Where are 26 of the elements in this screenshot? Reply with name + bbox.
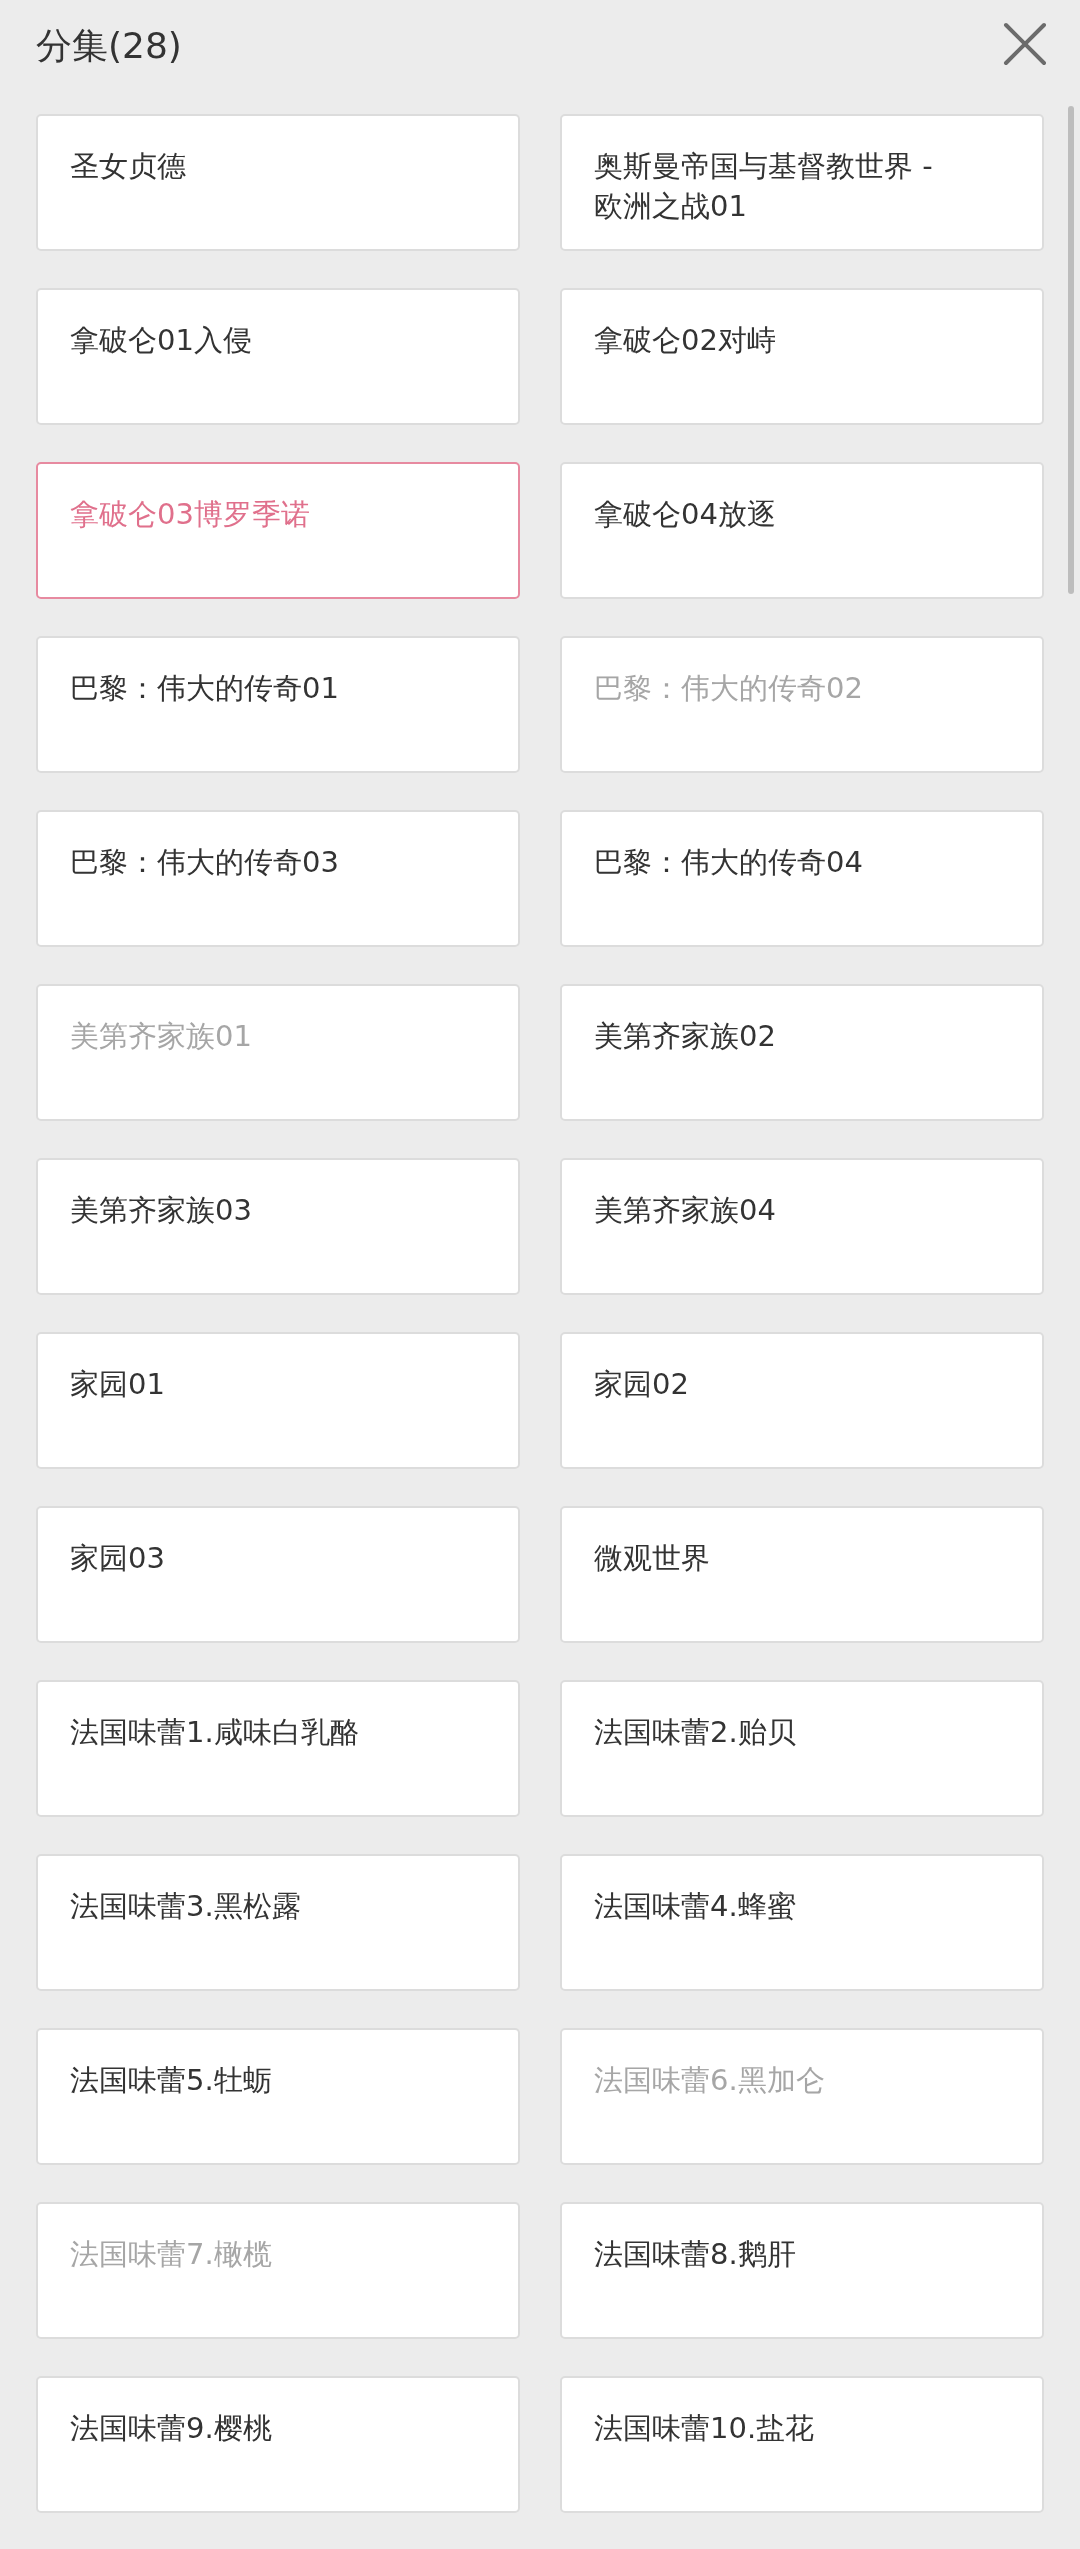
episode-card[interactable]: 法国味蕾8.鹅肝: [560, 2202, 1044, 2339]
episode-card[interactable]: 法国味蕾3.黑松露: [36, 1854, 520, 1991]
episode-card[interactable]: 法国味蕾9.樱桃: [36, 2376, 520, 2513]
episode-card[interactable]: 拿破仑01入侵: [36, 288, 520, 425]
episode-card[interactable]: 法国味蕾4.蜂蜜: [560, 1854, 1044, 1991]
panel-title: 分集(28): [36, 24, 182, 68]
episode-card[interactable]: 法国味蕾1.咸味白乳酪: [36, 1680, 520, 1817]
episode-card[interactable]: 法国味蕾2.贻贝: [560, 1680, 1044, 1817]
episode-card[interactable]: 家园01: [36, 1332, 520, 1469]
episode-card[interactable]: 拿破仑04放逐: [560, 462, 1044, 599]
episode-card[interactable]: 微观世界: [560, 1506, 1044, 1643]
episode-card[interactable]: 美第齐家族03: [36, 1158, 520, 1295]
episode-card[interactable]: 拿破仑02对峙: [560, 288, 1044, 425]
scrollbar[interactable]: [1068, 106, 1074, 594]
close-icon[interactable]: [1003, 22, 1047, 66]
episode-card[interactable]: 法国味蕾10.盐花: [560, 2376, 1044, 2513]
episode-card[interactable]: 奥斯曼帝国与基督教世界 - 欧洲之战01: [560, 114, 1044, 251]
episode-card[interactable]: 巴黎：伟大的传奇04: [560, 810, 1044, 947]
episode-card[interactable]: 家园03: [36, 1506, 520, 1643]
episode-card[interactable]: 巴黎：伟大的传奇03: [36, 810, 520, 947]
episode-card[interactable]: 家园02: [560, 1332, 1044, 1469]
episode-card[interactable]: 美第齐家族02: [560, 984, 1044, 1121]
episode-card[interactable]: 圣女贞德: [36, 114, 520, 251]
episode-card[interactable]: 巴黎：伟大的传奇01: [36, 636, 520, 773]
episode-card[interactable]: 法国味蕾5.牡蛎: [36, 2028, 520, 2165]
episode-card[interactable]: 美第齐家族04: [560, 1158, 1044, 1295]
